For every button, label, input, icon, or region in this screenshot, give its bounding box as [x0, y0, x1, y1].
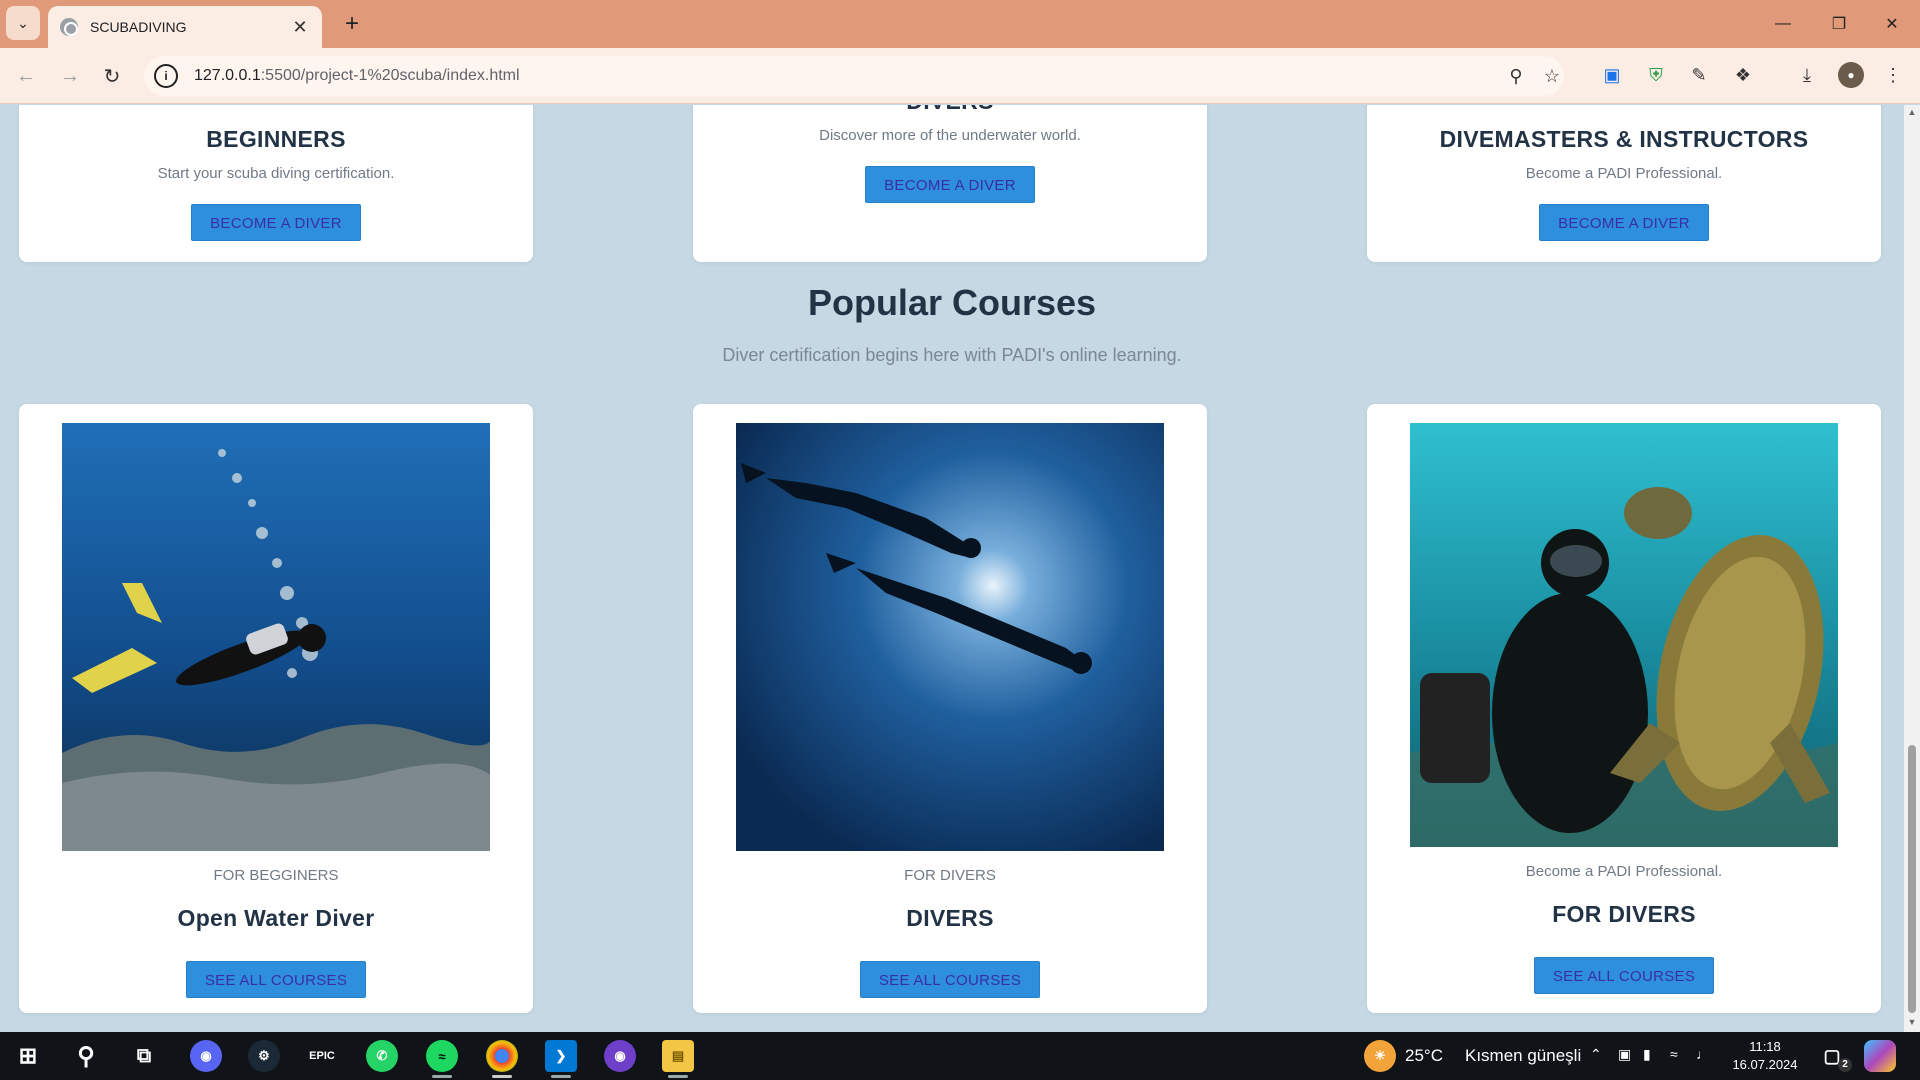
see-all-courses-button[interactable]: SEE ALL COURSES: [185, 961, 367, 998]
translate-extension-icon[interactable]: ▣: [1599, 62, 1625, 88]
card-subtitle: Discover more of the underwater world.: [819, 127, 1081, 144]
course-card-professional: Become a PADI Professional. FOR DIVERS S…: [1367, 404, 1881, 1013]
whatsapp-icon[interactable]: ✆: [366, 1040, 398, 1072]
site-info-icon[interactable]: i: [154, 64, 178, 88]
task-view-icon[interactable]: ⧉: [128, 1040, 160, 1072]
copilot-icon[interactable]: [1864, 1040, 1896, 1072]
section-title: Popular Courses: [807, 282, 1097, 323]
profile-avatar[interactable]: ●: [1838, 62, 1864, 88]
course-image-two-divers: [736, 423, 1164, 851]
pen-extension-icon[interactable]: ✎: [1686, 62, 1712, 88]
zoom-icon[interactable]: ⚲: [1504, 64, 1528, 88]
course-card-open-water: FOR BEGGINERS Open Water Diver SEE ALL C…: [19, 404, 533, 1013]
page-viewport: BEGINNERS Start your scuba diving certif…: [0, 105, 1904, 1032]
tab-title: SCUBADIVING: [90, 19, 187, 35]
card-title: BEGINNERS: [206, 126, 346, 152]
windows-start-icon[interactable]: ⊞: [12, 1040, 44, 1072]
scrollbar-thumb[interactable]: [1908, 745, 1916, 1013]
bookmark-star-icon[interactable]: ☆: [1540, 64, 1564, 88]
notification-count: 2: [1838, 1058, 1852, 1072]
minimize-button[interactable]: —: [1755, 0, 1811, 48]
close-tab-icon[interactable]: ✕: [290, 17, 310, 38]
shield-extension-icon[interactable]: ⛨: [1643, 62, 1669, 88]
course-level-card-divers: DIVERS Discover more of the underwater w…: [693, 105, 1207, 262]
clock-time: 11:18: [1749, 1039, 1781, 1054]
course-card-divers: FOR DIVERS DIVERS SEE ALL COURSES: [693, 404, 1207, 1013]
course-category: FOR DIVERS: [904, 867, 996, 884]
chevron-down-icon: ⌄: [17, 14, 29, 31]
new-tab-button[interactable]: +: [336, 8, 368, 40]
weather-icon[interactable]: ☀: [1364, 1040, 1396, 1072]
battery-icon[interactable]: ▮: [1643, 1046, 1651, 1063]
course-title: DIVERS: [906, 905, 994, 931]
more-menu-icon[interactable]: ⋮: [1880, 62, 1906, 88]
course-title: FOR DIVERS: [1552, 901, 1696, 927]
course-category: Become a PADI Professional.: [1525, 863, 1723, 880]
become-diver-button[interactable]: BECOME A DIVER: [1539, 204, 1709, 241]
epic-games-icon[interactable]: EPIC: [306, 1040, 338, 1072]
file-explorer-icon[interactable]: ▤: [662, 1040, 694, 1078]
course-level-card-beginners: BEGINNERS Start your scuba diving certif…: [19, 105, 533, 262]
course-title: Open Water Diver: [177, 905, 375, 931]
notifications-icon[interactable]: ▢ 2: [1816, 1040, 1852, 1072]
course-image-diver-with-turtle: [1410, 423, 1838, 847]
globe-icon: [60, 18, 78, 36]
card-title: DIVEMASTERS & INSTRUCTORS: [1439, 126, 1809, 152]
weather-temperature[interactable]: 25°C: [1405, 1046, 1443, 1066]
tray-overflow-icon[interactable]: ⌃: [1590, 1046, 1602, 1063]
github-desktop-icon[interactable]: ◉: [604, 1040, 636, 1072]
become-diver-button[interactable]: BECOME A DIVER: [865, 166, 1035, 203]
back-button[interactable]: ←: [12, 62, 40, 90]
course-image-diver-over-reef: [62, 423, 490, 851]
card-title: DIVERS: [693, 105, 1207, 115]
download-icon[interactable]: ⤓: [1794, 62, 1820, 88]
puzzle-extensions-icon[interactable]: ❖: [1730, 62, 1756, 88]
browser-toolbar: ← → ↻ i 127.0.0.1:5500/project-1%20scuba…: [0, 48, 1920, 104]
course-category: FOR BEGGINERS: [213, 867, 339, 884]
weather-description[interactable]: Kısmen güneşli: [1465, 1046, 1581, 1066]
device-icon[interactable]: ▣: [1618, 1046, 1631, 1063]
discord-icon[interactable]: ◉: [190, 1040, 222, 1072]
system-clock[interactable]: 11:18 16.07.2024: [1700, 1038, 1830, 1074]
close-window-button[interactable]: ✕: [1864, 0, 1920, 48]
card-subtitle: Become a PADI Professional.: [1525, 165, 1723, 182]
spotify-icon[interactable]: ≈: [426, 1040, 458, 1078]
course-level-card-divemasters: DIVEMASTERS & INSTRUCTORS Become a PADI …: [1367, 105, 1881, 262]
scroll-up-icon[interactable]: ▲: [1907, 107, 1917, 117]
chrome-icon[interactable]: [486, 1040, 518, 1078]
vscode-icon[interactable]: ❯: [545, 1040, 577, 1078]
wifi-icon[interactable]: ≈: [1670, 1046, 1678, 1062]
browser-titlebar: ⌄ SCUBADIVING ✕ + — ❐ ✕: [0, 0, 1920, 48]
url-text[interactable]: 127.0.0.1:5500/project-1%20scuba/index.h…: [194, 67, 520, 85]
page-scrollbar[interactable]: ▲ ▼: [1904, 105, 1920, 1032]
card-subtitle: Start your scuba diving certification.: [157, 165, 395, 182]
become-diver-button[interactable]: BECOME A DIVER: [191, 204, 361, 241]
browser-tab[interactable]: SCUBADIVING ✕: [48, 6, 322, 48]
windows-taskbar: ⊞ ⚲ ⧉ ◉ ⚙ EPIC ✆ ≈ ❯ ◉ ▤ ☀ 25°C Kısmen g…: [0, 1032, 1920, 1080]
see-all-courses-button[interactable]: SEE ALL COURSES: [1533, 957, 1715, 994]
reload-button[interactable]: ↻: [98, 62, 126, 90]
address-bar[interactable]: i 127.0.0.1:5500/project-1%20scuba/index…: [144, 56, 1564, 96]
steam-icon[interactable]: ⚙: [248, 1040, 280, 1072]
clock-date: 16.07.2024: [1732, 1057, 1798, 1072]
tab-search-button[interactable]: ⌄: [6, 6, 40, 40]
scroll-down-icon[interactable]: ▼: [1907, 1017, 1917, 1027]
restore-button[interactable]: ❐: [1811, 0, 1867, 48]
forward-button[interactable]: →: [56, 62, 84, 90]
see-all-courses-button[interactable]: SEE ALL COURSES: [859, 961, 1041, 998]
section-subtitle: Diver certification begins here with PAD…: [722, 345, 1182, 365]
search-icon[interactable]: ⚲: [70, 1040, 102, 1072]
